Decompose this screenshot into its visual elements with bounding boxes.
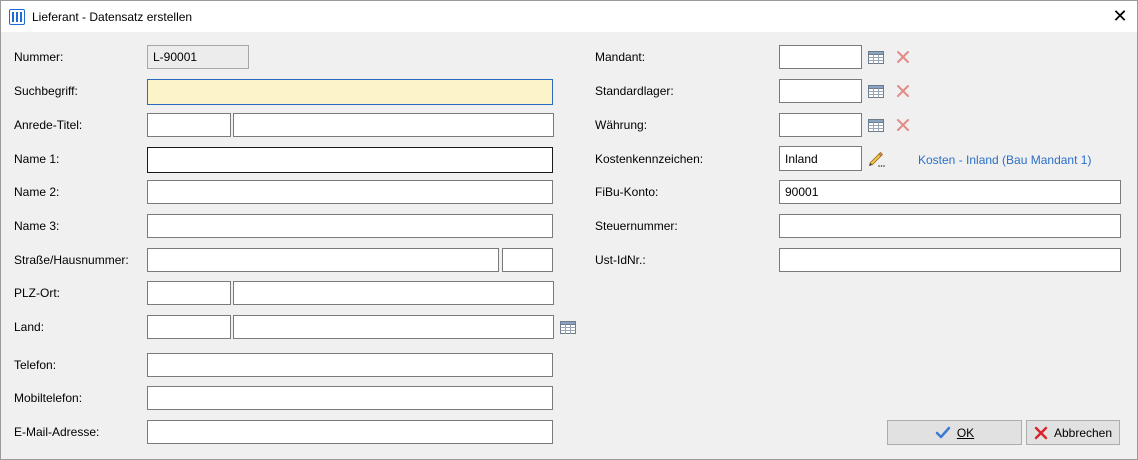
app-icon (9, 9, 25, 25)
mandant-field[interactable] (779, 45, 862, 69)
kostenkennzeichen-field[interactable] (779, 146, 862, 171)
ok-label: OK (956, 425, 975, 440)
mobil-field[interactable] (147, 386, 553, 410)
email-label: E-Mail-Adresse: (14, 425, 100, 439)
mandant-lookup-icon[interactable] (868, 51, 884, 64)
waehrung-lookup-icon[interactable] (868, 119, 884, 132)
waehrung-field[interactable] (779, 113, 862, 137)
suchbegriff-label: Suchbegriff: (14, 84, 78, 98)
kostenkennzeichen-label: Kostenkennzeichen: (595, 152, 704, 166)
name1-field[interactable] (147, 147, 553, 173)
telefon-field[interactable] (147, 353, 553, 377)
standardlager-field[interactable] (779, 79, 862, 103)
strasse-label: Straße/Hausnummer: (14, 253, 129, 267)
window-title: Lieferant - Datensatz erstellen (32, 10, 193, 24)
land-lookup-icon[interactable] (560, 321, 576, 334)
land-label: Land: (14, 320, 45, 334)
plz-ort-label: PLZ-Ort: (14, 286, 61, 300)
mobil-label: Mobiltelefon: (14, 391, 83, 405)
name3-field[interactable] (147, 214, 553, 238)
standardlager-lookup-icon[interactable] (868, 85, 884, 98)
waehrung-label: Währung: (595, 118, 648, 132)
steuernummer-label: Steuernummer: (595, 219, 678, 233)
ok-button[interactable]: OK (887, 420, 1022, 445)
check-icon (935, 426, 951, 438)
fibu-field[interactable] (779, 180, 1121, 204)
name3-label: Name 3: (14, 219, 60, 233)
ort-field[interactable] (233, 281, 554, 305)
suchbegriff-field[interactable] (147, 79, 553, 105)
ustid-label: Ust-IdNr.: (595, 253, 646, 267)
strasse-field[interactable] (147, 248, 499, 272)
ustid-field[interactable] (779, 248, 1121, 272)
cancel-icon (1034, 426, 1048, 439)
mandant-clear-icon[interactable] (895, 49, 911, 65)
title-bar: Lieferant - Datensatz erstellen ✕ (1, 1, 1137, 32)
steuernummer-field[interactable] (779, 214, 1121, 238)
name2-label: Name 2: (14, 185, 60, 199)
waehrung-clear-icon[interactable] (895, 117, 911, 133)
name1-label: Name 1: (14, 152, 60, 166)
email-field[interactable] (147, 420, 553, 444)
telefon-label: Telefon: (14, 358, 57, 372)
standardlager-clear-icon[interactable] (895, 83, 911, 99)
dialog-window: Lieferant - Datensatz erstellen ✕ Nummer… (0, 0, 1138, 460)
land-name-field[interactable] (233, 315, 554, 339)
plz-field[interactable] (147, 281, 231, 305)
name2-field[interactable] (147, 180, 553, 204)
kostenkennzeichen-info: Kosten - Inland (Bau Mandant 1) (918, 153, 1092, 167)
standardlager-label: Standardlager: (595, 84, 674, 98)
cancel-button[interactable]: Abbrechen (1026, 420, 1120, 445)
anrede-label: Anrede-Titel: (14, 118, 83, 132)
anrede-field[interactable] (147, 113, 231, 137)
cancel-label: Abbrechen (1053, 425, 1113, 440)
pencil-icon[interactable] (867, 149, 885, 167)
titel-field[interactable] (233, 113, 554, 137)
mandant-label: Mandant: (595, 50, 646, 64)
land-code-field[interactable] (147, 315, 231, 339)
nummer-field (147, 45, 249, 69)
close-button[interactable]: ✕ (1103, 1, 1137, 32)
nummer-label: Nummer: (14, 50, 64, 64)
fibu-label: FiBu-Konto: (595, 185, 659, 199)
hausnummer-field[interactable] (502, 248, 553, 272)
close-icon: ✕ (1112, 6, 1128, 26)
